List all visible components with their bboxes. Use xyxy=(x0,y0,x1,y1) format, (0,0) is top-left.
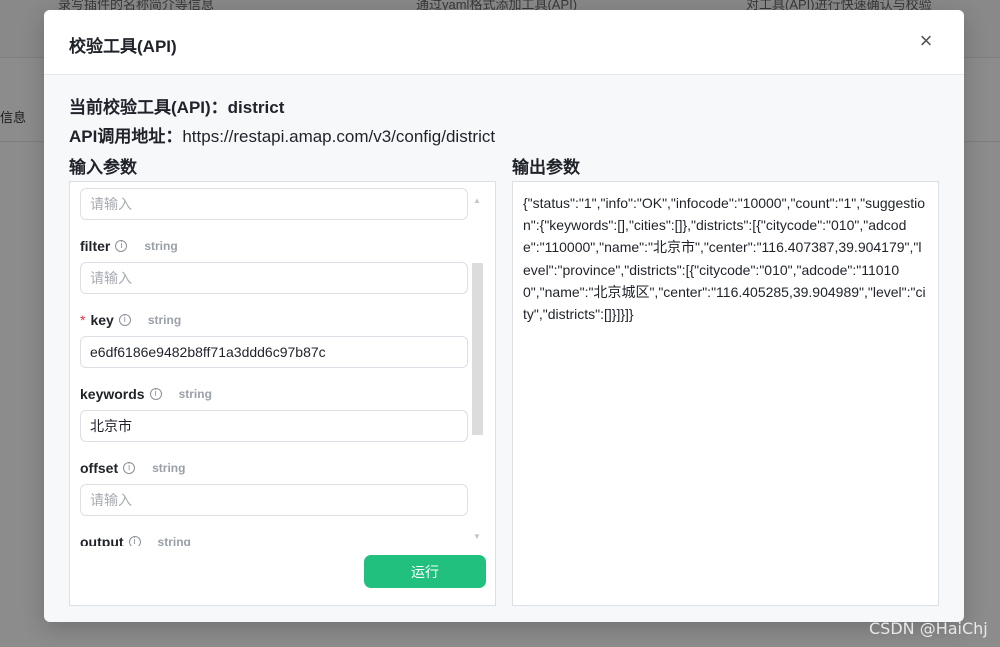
current-tool-line: 当前校验工具(API)：district xyxy=(69,93,284,118)
required-mark: * xyxy=(80,312,86,328)
param-input-offset[interactable] xyxy=(80,484,468,516)
param-type: string xyxy=(152,461,186,475)
scroll-down-icon[interactable]: ▼ xyxy=(473,532,481,541)
param-type: string xyxy=(157,535,191,546)
api-url-line: API调用地址：https://restapi.amap.com/v3/conf… xyxy=(69,122,495,147)
param-type: string xyxy=(144,239,178,253)
dialog-title: 校验工具(API) xyxy=(69,37,177,56)
param-label-keywords: keywords i string xyxy=(80,386,212,402)
param-type: string xyxy=(147,313,182,327)
run-button[interactable]: 运行 xyxy=(364,555,486,588)
params-scroll-area[interactable]: filter i string * key i string keywords … xyxy=(70,182,484,546)
param-name: output xyxy=(80,534,124,546)
param-name: offset xyxy=(80,460,119,476)
output-result-panel: {"status":"1","info":"OK","infocode":"10… xyxy=(512,181,939,606)
input-params-title: 输入参数 xyxy=(69,158,137,177)
param-input-partial[interactable] xyxy=(80,188,468,220)
validate-tool-dialog: 校验工具(API) × 当前校验工具(API)：district API调用地址… xyxy=(44,10,964,622)
param-name: keywords xyxy=(80,386,145,402)
param-name: filter xyxy=(80,238,111,254)
param-label-offset: offset i string xyxy=(80,460,185,476)
params-scrollbar[interactable]: ▲ ▼ xyxy=(470,182,484,546)
param-label-key: * key i string xyxy=(80,312,181,328)
info-icon[interactable]: i xyxy=(128,536,141,546)
input-params-panel: filter i string * key i string keywords … xyxy=(69,181,496,606)
current-tool-value: district xyxy=(227,98,285,117)
param-label-filter: filter i string xyxy=(80,238,178,254)
watermark: CSDN @HaiChj xyxy=(869,619,988,638)
param-input-keywords[interactable] xyxy=(80,410,468,442)
param-input-filter[interactable] xyxy=(80,262,468,294)
dialog-header: 校验工具(API) × xyxy=(44,10,964,75)
current-tool-label: 当前校验工具(API)： xyxy=(69,98,228,117)
api-url-value: https://restapi.amap.com/v3/config/distr… xyxy=(182,127,496,146)
api-url-label: API调用地址： xyxy=(69,127,183,146)
info-icon[interactable]: i xyxy=(149,388,162,400)
param-label-output: output i string xyxy=(80,534,191,546)
close-icon[interactable]: × xyxy=(914,30,938,54)
scroll-up-icon[interactable]: ▲ xyxy=(473,196,481,205)
scrollbar-thumb[interactable] xyxy=(472,263,483,435)
param-input-key[interactable] xyxy=(80,336,468,368)
output-params-title: 输出参数 xyxy=(512,158,580,177)
param-name: key xyxy=(90,312,114,328)
info-icon[interactable]: i xyxy=(123,462,136,474)
info-icon[interactable]: i xyxy=(118,314,131,326)
param-type: string xyxy=(178,387,212,401)
info-icon[interactable]: i xyxy=(115,240,128,252)
